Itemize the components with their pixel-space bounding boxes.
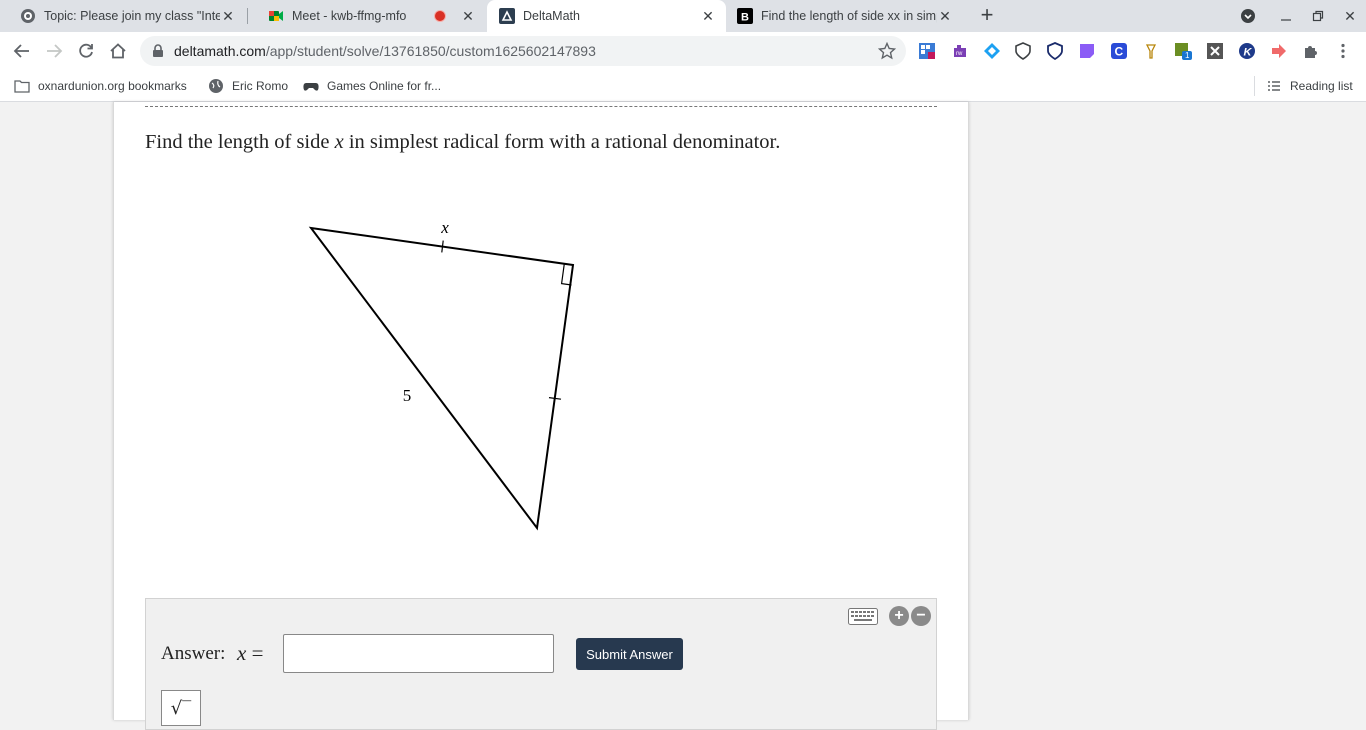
bookmark-label: Eric Romo [232, 79, 289, 93]
back-icon[interactable] [10, 39, 34, 63]
submit-answer-button[interactable]: Submit Answer [576, 638, 683, 670]
bookmark-eric-romo[interactable]: Eric Romo [208, 76, 288, 96]
tab-title: Find the length of side xx in simp [761, 9, 937, 23]
tick-mark-top [441, 240, 444, 253]
browser-toolbar: deltamath.com/app/student/solve/13761850… [0, 32, 1366, 70]
extension-c-icon[interactable]: C [1110, 42, 1128, 60]
tab-strip: Topic: Please join my class "Inte ✕ Meet… [0, 0, 1366, 32]
tab-title: Topic: Please join my class "Inte [44, 9, 220, 23]
svg-text:B: B [741, 12, 749, 24]
tab-title: Meet - kwb-ffmg-mfo [292, 9, 407, 23]
zoom-icon [20, 8, 36, 24]
reading-list-label: Reading list [1290, 79, 1353, 93]
tab-meet[interactable]: Meet - kwb-ffmg-mfo ✕ [248, 0, 486, 32]
extension-badge-icon[interactable]: 1 [1174, 42, 1192, 60]
tab-brainly[interactable]: B Find the length of side xx in simp ✕ [727, 0, 963, 32]
answer-variable-name: x [237, 641, 247, 665]
extension-badge-count: 1 [1185, 51, 1190, 60]
bookmark-star-icon[interactable] [877, 41, 897, 65]
extension-purple-icon[interactable] [1078, 42, 1096, 60]
extension-diamond-icon[interactable] [983, 42, 1001, 60]
menu-kebab-icon[interactable] [1334, 42, 1352, 60]
new-tab-button[interactable]: + [976, 4, 998, 27]
globe-icon [208, 78, 224, 94]
forward-icon[interactable] [42, 39, 66, 63]
home-icon[interactable] [106, 39, 130, 63]
svg-text:rw: rw [956, 51, 963, 57]
extension-k-icon[interactable]: K [1238, 42, 1256, 60]
restore-icon[interactable] [1302, 0, 1334, 32]
bookmark-label: oxnardunion.org bookmarks [38, 79, 187, 93]
bookmark-separator [1254, 76, 1255, 96]
recording-icon [434, 10, 446, 22]
minimize-icon[interactable] [1270, 0, 1302, 32]
answer-variable: x = [237, 641, 263, 666]
extension-arrow-icon[interactable] [1270, 42, 1288, 60]
zoom-out-icon[interactable]: − [911, 606, 931, 626]
tab-zoom-topic[interactable]: Topic: Please join my class "Inte ✕ [0, 0, 246, 32]
tab-search-icon[interactable] [1232, 0, 1264, 32]
close-icon[interactable]: ✕ [220, 8, 236, 24]
answer-input[interactable] [283, 634, 554, 673]
close-window-icon[interactable]: ✕ [1334, 0, 1366, 32]
bookmark-folder-oxnardunion[interactable]: oxnardunion.org bookmarks [14, 76, 187, 96]
reload-icon[interactable] [74, 39, 98, 63]
svg-text:C: C [1115, 45, 1124, 59]
triangle-diagram: x 5 [308, 218, 575, 531]
deltamath-icon [499, 8, 515, 24]
triangle-outline [308, 226, 575, 531]
side-label-x: x [440, 218, 449, 237]
svg-text:K: K [1244, 47, 1253, 59]
extension-puzzle-grid-icon[interactable] [1206, 42, 1224, 60]
meet-icon [268, 8, 284, 24]
bookmarks-bar: oxnardunion.org bookmarks Eric Romo Game… [0, 70, 1366, 102]
problem-card: Find the length of side x in simplest ra… [113, 102, 969, 730]
sqrt-button[interactable]: √‾ [161, 690, 201, 726]
close-icon[interactable]: ✕ [460, 8, 476, 24]
lock-icon [152, 44, 166, 58]
url-path: /app/student/solve/13761850/custom162560… [265, 43, 596, 59]
keyboard-icon[interactable] [848, 606, 878, 631]
extension-shield-icon[interactable] [1014, 42, 1032, 60]
answer-label: Answer: [161, 643, 226, 664]
reading-list-icon [1266, 78, 1282, 94]
address-bar[interactable]: deltamath.com/app/student/solve/13761850… [140, 36, 906, 66]
brainly-icon: B [737, 8, 753, 24]
answer-panel: + − Answer: x = Submit Answer √‾ [145, 598, 937, 730]
close-icon[interactable]: ✕ [700, 8, 716, 24]
extension-torch-icon[interactable] [1142, 42, 1160, 60]
close-icon[interactable]: ✕ [937, 8, 953, 24]
url-text: deltamath.com/app/student/solve/13761850… [174, 43, 596, 59]
gamepad-icon [303, 78, 319, 94]
bookmark-label: Games Online for fr... [327, 79, 442, 93]
page-content: Find the length of side x in simplest ra… [0, 102, 1366, 730]
extension-calendar-icon[interactable] [918, 42, 936, 60]
folder-icon [14, 78, 30, 94]
extension-rw-icon[interactable]: rw [951, 42, 969, 60]
answer-equals: = [251, 641, 264, 665]
side-label-hypotenuse: 5 [403, 386, 412, 405]
tab-deltamath[interactable]: DeltaMath ✕ [487, 0, 726, 32]
zoom-in-icon[interactable]: + [889, 606, 909, 626]
url-host: deltamath.com [174, 43, 266, 59]
bookmark-games-online[interactable]: Games Online for fr... [303, 76, 441, 96]
extensions-puzzle-icon[interactable] [1302, 42, 1320, 60]
tab-title: DeltaMath [523, 9, 580, 23]
extension-shield-check-icon[interactable] [1046, 42, 1064, 60]
reading-list-button[interactable]: Reading list [1266, 76, 1353, 96]
tick-mark-right [548, 397, 562, 400]
